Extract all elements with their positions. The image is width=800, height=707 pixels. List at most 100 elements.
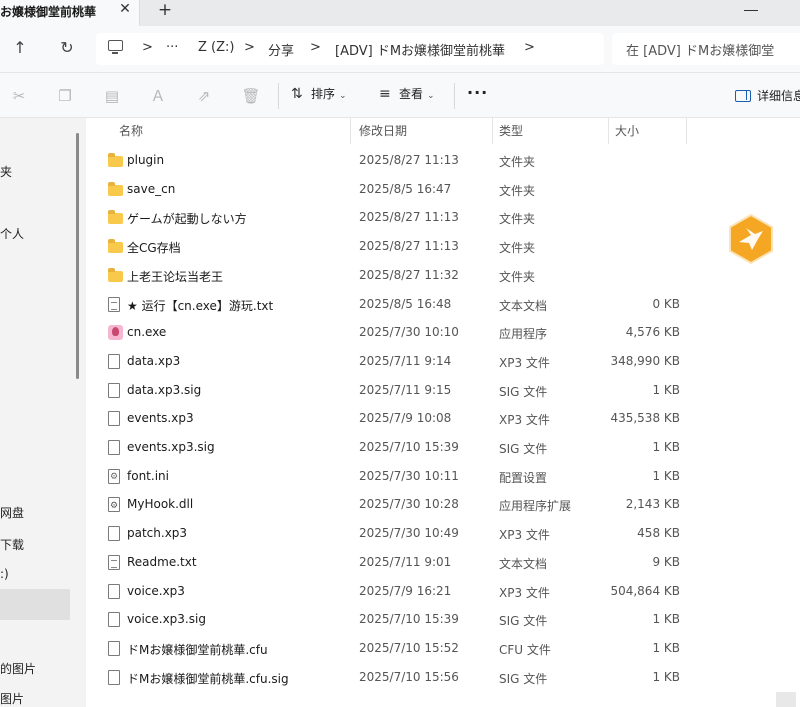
refresh-icon[interactable]: ↻: [55, 36, 79, 60]
breadcrumb-current-folder[interactable]: [ADV] ドMお嬢様御堂前桃華: [335, 40, 505, 59]
file-type: 应用程序: [499, 327, 548, 342]
file-row[interactable]: data.xp3.sig 2025/7/11 9:15 SIG 文件 1 KB: [86, 377, 696, 405]
sidebar-item-selected[interactable]: [0, 589, 70, 620]
file-name: data.xp3: [127, 353, 181, 368]
file-date: 2025/7/10 15:39: [359, 440, 459, 454]
file-row[interactable]: cn.exe 2025/7/30 10:10 应用程序 4,576 KB: [86, 319, 696, 347]
file-icon: [108, 583, 120, 599]
column-divider[interactable]: [350, 118, 351, 144]
folder-row[interactable]: 上老王论坛当老王 2025/8/27 11:32 文件夹: [86, 262, 696, 290]
file-row[interactable]: font.ini 2025/7/30 10:11 配置设置 1 KB: [86, 463, 696, 491]
sidebar-item[interactable]: 下载: [0, 536, 24, 553]
file-row[interactable]: data.xp3 2025/7/11 9:14 XP3 文件 348,990 KB: [86, 348, 696, 376]
sidebar-item[interactable]: :): [0, 567, 9, 581]
column-header-name[interactable]: 名称: [119, 122, 143, 142]
breadcrumb-chevron[interactable]: >: [310, 40, 321, 55]
cut-icon[interactable]: ✂: [9, 86, 29, 106]
file-date: 2025/7/9 16:21: [359, 583, 452, 598]
tab-current-folder[interactable]: お嬢様御堂前桃華 ✕: [0, 0, 140, 26]
column-divider[interactable]: [686, 118, 687, 144]
delete-icon[interactable]: 🗑: [241, 86, 261, 106]
file-type: SIG 文件: [499, 384, 548, 399]
up-arrow-icon[interactable]: ↑: [8, 36, 32, 60]
file-date: 2025/8/27 11:13: [359, 210, 459, 225]
file-row[interactable]: Readme.txt 2025/7/11 9:01 文本文档 9 KB: [86, 549, 696, 577]
file-row[interactable]: ドMお嬢様御堂前桃華.cfu.sig 2025/7/10 15:56 SIG 文件 1…: [86, 664, 696, 692]
file-type: 文件夹: [499, 155, 536, 169]
column-header-size[interactable]: 大小: [615, 122, 639, 142]
file-row[interactable]: ドMお嬢様御堂前桃華.cfu 2025/7/10 15:52 CFU 文件 1 KB: [86, 635, 696, 663]
file-name: ドMお嬢様御堂前桃華.cfu: [127, 642, 268, 657]
text-file-icon: [108, 554, 120, 570]
folder-row[interactable]: save_cn 2025/8/5 16:47 文件夹: [86, 176, 696, 204]
file-type: XP3 文件: [499, 355, 550, 370]
file-icon: [108, 526, 120, 542]
file-size: 9 KB: [652, 554, 680, 569]
file-name: Readme.txt: [127, 554, 197, 569]
file-type: XP3 文件: [499, 413, 550, 428]
breadcrumb-drive[interactable]: Z (Z:): [198, 40, 234, 55]
minimize-icon[interactable]: [744, 10, 758, 11]
folder-row[interactable]: 全CG存档 2025/8/27 11:13 文件夹: [86, 233, 696, 261]
column-divider[interactable]: [608, 118, 609, 144]
column-header-type[interactable]: 类型: [499, 122, 523, 142]
breadcrumb-chevron[interactable]: >: [244, 40, 255, 55]
sidebar-item[interactable]: 的图片: [0, 660, 36, 677]
address-bar[interactable]: > ··· Z (Z:) > 分享 > [ADV] ドMお嬢様御堂前桃華 >: [96, 33, 604, 65]
breadcrumb-chevron[interactable]: >: [524, 40, 535, 55]
file-row[interactable]: ★ 运行【cn.exe】游玩.txt 2025/8/5 16:48 文本文档 0 KB: [86, 291, 696, 319]
file-row[interactable]: events.xp3 2025/7/9 10:08 XP3 文件 435,538 KB: [86, 405, 696, 433]
file-icon: [108, 382, 120, 398]
tab-title: お嬢様御堂前桃華: [0, 5, 97, 19]
file-row[interactable]: patch.xp3 2025/7/30 10:49 XP3 文件 458 KB: [86, 520, 696, 548]
file-name: events.xp3: [127, 411, 194, 426]
file-name: events.xp3.sig: [127, 440, 215, 454]
file-row[interactable]: voice.xp3.sig 2025/7/10 15:39 SIG 文件 1 KB: [86, 606, 696, 634]
file-icon: [108, 411, 120, 427]
breadcrumb-chevron[interactable]: >: [142, 40, 153, 55]
search-input[interactable]: 在 [ADV] ドMお嬢様御堂: [612, 33, 800, 65]
sort-icon: ⇅: [291, 86, 303, 102]
sidebar-scrollbar[interactable]: [76, 133, 79, 379]
sidebar-item[interactable]: 个人: [0, 225, 24, 242]
file-size: 1 KB: [652, 612, 680, 627]
new-tab-button[interactable]: +: [155, 0, 175, 20]
share-icon[interactable]: ⇗: [194, 86, 214, 106]
sidebar-item[interactable]: 网盘: [0, 504, 24, 521]
file-name: data.xp3.sig: [127, 382, 202, 397]
column-divider[interactable]: [492, 118, 493, 144]
column-header-date[interactable]: 修改日期: [359, 122, 407, 142]
folder-row[interactable]: ゲームが起動しない方 2025/8/27 11:13 文件夹: [86, 204, 696, 232]
breadcrumb-share[interactable]: 分享: [268, 40, 294, 59]
file-name: save_cn: [127, 181, 176, 196]
file-row[interactable]: events.xp3.sig 2025/7/10 15:39 SIG 文件 1 KB: [86, 434, 696, 462]
file-row[interactable]: voice.xp3 2025/7/9 16:21 XP3 文件 504,864 KB: [86, 578, 696, 606]
file-size: 1 KB: [652, 440, 680, 454]
rename-icon[interactable]: Ａ: [148, 86, 168, 106]
copy-icon[interactable]: ❐: [55, 86, 75, 106]
folder-row[interactable]: plugin 2025/8/27 11:13 文件夹: [86, 147, 696, 175]
breadcrumb-overflow[interactable]: ···: [166, 40, 178, 55]
file-type: CFU 文件: [499, 642, 551, 657]
view-button[interactable]: ≡ 查看 ⌄: [379, 85, 435, 107]
command-separator: [454, 83, 455, 109]
file-size: 4,576 KB: [625, 325, 680, 340]
close-tab-icon[interactable]: ✕: [117, 1, 133, 17]
config-file-icon: [108, 468, 120, 484]
sidebar-item[interactable]: 图片: [0, 690, 24, 707]
file-name: MyHook.dll: [127, 497, 194, 512]
file-date: 2025/8/27 11:32: [359, 267, 459, 282]
file-size: 348,990 KB: [610, 353, 680, 368]
paste-icon[interactable]: ▤: [102, 86, 122, 106]
file-row[interactable]: MyHook.dll 2025/7/30 10:28 应用程序扩展 2,143 KB: [86, 491, 696, 519]
bird-logo-icon[interactable]: [725, 213, 777, 265]
more-options-button[interactable]: ···: [467, 83, 488, 102]
this-pc-icon[interactable]: [108, 40, 123, 54]
sidebar-item[interactable]: 夹: [0, 163, 12, 180]
details-pane-button[interactable]: 详细信息: [735, 87, 800, 104]
folder-icon: [108, 181, 123, 196]
file-date: 2025/7/30 10:10: [359, 325, 459, 340]
file-size: 1 KB: [652, 640, 680, 655]
file-size: 1 KB: [652, 669, 680, 684]
sort-button[interactable]: ⇅ 排序 ⌄: [291, 85, 347, 107]
